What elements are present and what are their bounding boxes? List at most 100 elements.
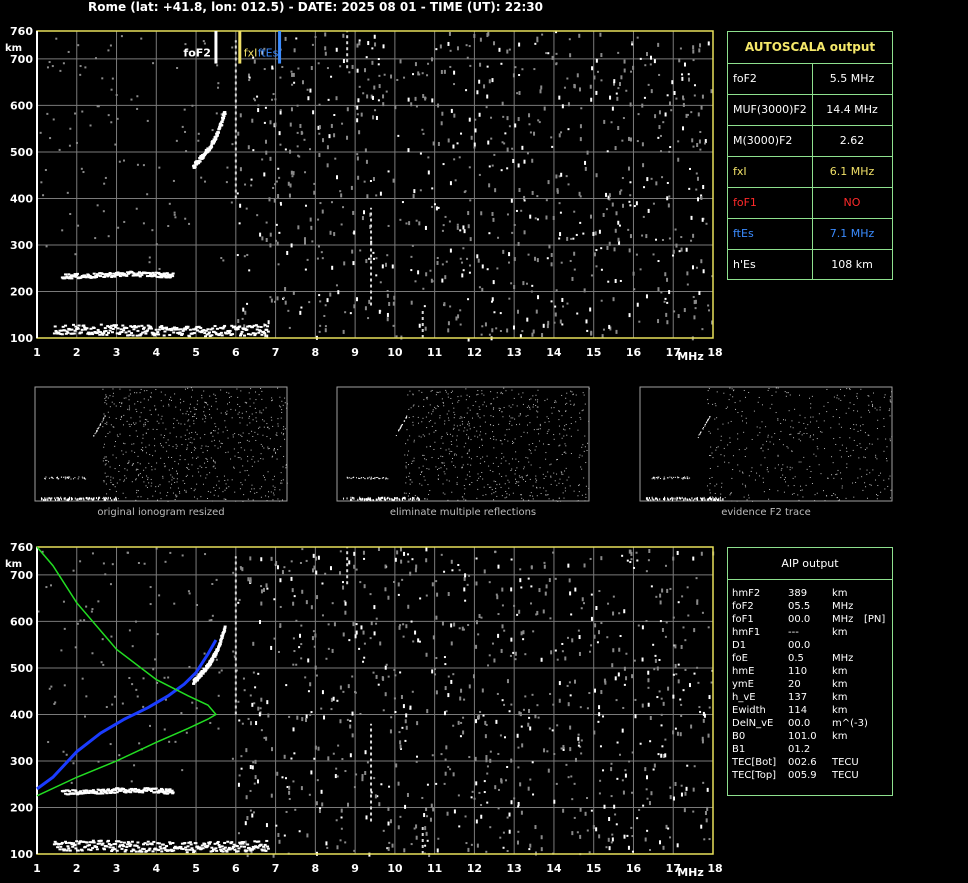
noise-dot bbox=[386, 293, 389, 298]
noise-dot bbox=[536, 704, 539, 707]
thumbnail-dot bbox=[262, 475, 264, 477]
trace-point bbox=[223, 841, 227, 844]
thumbnail-dot bbox=[570, 423, 572, 425]
noise-dot bbox=[525, 282, 528, 285]
noise-dot bbox=[104, 573, 107, 576]
noise-dot bbox=[441, 278, 444, 283]
noise-dot bbox=[288, 785, 291, 790]
thumbnail-dot bbox=[422, 417, 424, 419]
noise-dot bbox=[483, 84, 486, 89]
thumbnail-dot bbox=[483, 394, 485, 396]
noise-dot bbox=[340, 816, 343, 819]
thumbnail-dot bbox=[799, 414, 801, 416]
noise-dot bbox=[621, 728, 624, 733]
thumbnail-dot bbox=[174, 482, 176, 484]
noise-dot bbox=[662, 845, 665, 850]
thumbnail-dot bbox=[281, 400, 283, 402]
thumbnail-dot bbox=[188, 407, 190, 409]
thumbnail-dot bbox=[535, 475, 537, 477]
noise-dot bbox=[307, 96, 310, 101]
thumbnail-dot bbox=[468, 423, 470, 425]
noise-dot bbox=[536, 40, 539, 43]
thumbnail-dot bbox=[423, 399, 425, 401]
noise-dot bbox=[485, 106, 488, 109]
noise-dot bbox=[666, 181, 669, 184]
thumbnail-dot bbox=[178, 422, 180, 424]
thumbnail-dot bbox=[284, 428, 286, 430]
noise-dot bbox=[571, 638, 574, 643]
noise-dot bbox=[275, 180, 278, 183]
noise-dot bbox=[427, 170, 430, 175]
noise-dot bbox=[175, 139, 178, 142]
noise-dot bbox=[668, 101, 671, 106]
thumbnail-dot bbox=[213, 487, 215, 489]
thumbnail-dot bbox=[495, 481, 497, 483]
thumbnail-dot bbox=[476, 497, 478, 499]
trace-point bbox=[239, 334, 243, 337]
noise-dot bbox=[242, 307, 245, 312]
thumbnail-dot bbox=[435, 430, 437, 432]
noise-dot bbox=[410, 102, 413, 107]
thumbnail-dot bbox=[412, 421, 414, 423]
noise-dot bbox=[570, 237, 573, 240]
noise-dot bbox=[666, 277, 669, 282]
thumbnail-dot bbox=[260, 496, 262, 498]
noise-dot bbox=[499, 330, 502, 333]
noise-dot bbox=[554, 649, 557, 652]
y-tick-label: 700 bbox=[10, 53, 33, 66]
thumbnail-dot bbox=[584, 446, 586, 448]
noise-dot bbox=[696, 176, 699, 181]
thumbnail-dot bbox=[283, 426, 285, 428]
thumbnail-dot bbox=[206, 458, 208, 460]
noise-dot bbox=[693, 84, 696, 87]
thumbnail-dot bbox=[405, 462, 407, 464]
noise-dot bbox=[534, 42, 537, 45]
noise-dot bbox=[580, 739, 583, 742]
thumbnail-dot bbox=[493, 447, 495, 449]
thumbnail-dot bbox=[110, 481, 112, 483]
thumbnail-dot bbox=[255, 391, 257, 393]
thumbnail-dot bbox=[179, 459, 181, 461]
thumbnail-dot bbox=[521, 497, 523, 499]
noise-dot bbox=[475, 719, 478, 724]
noise-dot bbox=[377, 58, 380, 61]
trace-point bbox=[213, 325, 217, 328]
thumbnail-dot bbox=[413, 496, 415, 498]
thumbnail-dot bbox=[407, 464, 409, 466]
thumbnail-dot bbox=[495, 457, 497, 459]
noise-dot bbox=[257, 108, 260, 113]
noise-dot bbox=[561, 104, 564, 109]
thumbnail-dot bbox=[561, 473, 563, 475]
noise-dot bbox=[705, 818, 708, 823]
noise-dot bbox=[314, 665, 317, 670]
thumbnail-dot bbox=[272, 425, 274, 427]
thumbnail-dot bbox=[777, 419, 779, 421]
thumbnail-dot bbox=[164, 394, 166, 396]
noise-dot bbox=[307, 658, 310, 663]
thumbnail-dot bbox=[440, 455, 442, 457]
thumbnail-dot bbox=[213, 494, 215, 496]
thumbnail-dot bbox=[125, 497, 127, 499]
thumbnail-dot bbox=[467, 423, 469, 425]
thumbnail-dot bbox=[57, 477, 59, 479]
noise-dot bbox=[357, 175, 360, 180]
noise-dot bbox=[318, 153, 321, 158]
noise-dot bbox=[197, 132, 200, 135]
noise-dot bbox=[363, 642, 366, 645]
trace-point bbox=[149, 327, 153, 330]
thumbnail-dot bbox=[121, 403, 123, 405]
noise-dot bbox=[501, 624, 504, 629]
noise-dot bbox=[590, 97, 593, 102]
trace-point bbox=[262, 845, 266, 848]
noise-dot bbox=[602, 212, 605, 217]
thumbnail-dot bbox=[528, 461, 530, 463]
noise-dot bbox=[321, 209, 324, 214]
noise-dot bbox=[470, 843, 473, 846]
thumbnail-dot bbox=[179, 409, 181, 411]
thumbnail-dot bbox=[709, 492, 711, 494]
thumbnail-dot bbox=[840, 388, 842, 390]
noise-dot bbox=[466, 257, 469, 260]
trace-point bbox=[183, 842, 187, 845]
thumbnail-dot bbox=[578, 485, 580, 487]
noise-dot bbox=[280, 203, 283, 206]
